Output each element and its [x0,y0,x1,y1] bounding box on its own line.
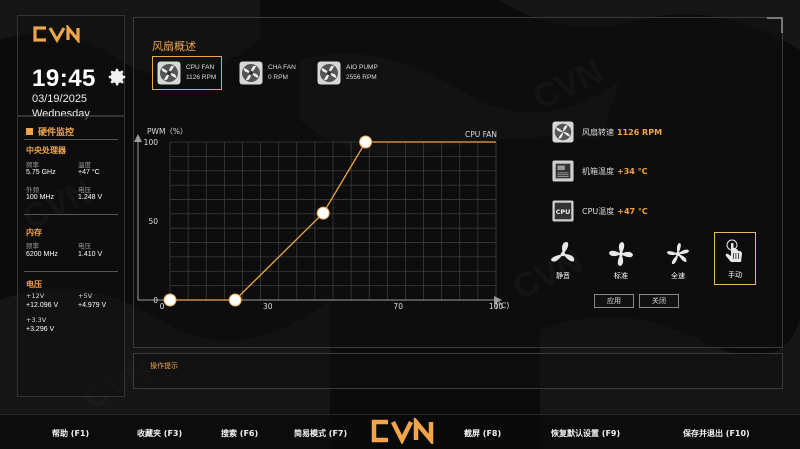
cvn-logo [371,418,434,444]
chart-ylabel: PWM（%） [147,127,188,136]
bottom-bar: 帮助 (F1) 收藏夹 (F3) 搜索 (F6) 简易模式 (F7) 截屏 (F… [0,414,800,449]
fan-icon [552,121,574,143]
fan-speed-row: 风扇转速 1126 RPM [552,121,662,143]
v5-value: +4.979 V [78,302,107,309]
clock-time: 19:45 [32,65,96,92]
divider [24,214,118,215]
hand-pointer-icon [725,239,742,262]
cpu-ext-value: 100 MHz [26,194,55,201]
curve-control-point[interactable] [163,293,177,307]
chart-xticks: 0 30 70 100 [160,302,504,311]
chassis-icon [552,160,574,182]
fan-curve-chart[interactable]: PWM（%） CPU FAN (℃) 050100 0 30 70 100 [134,18,784,349]
mode-silent[interactable]: 静音 [543,236,583,284]
y-tick-label: 0 [153,296,158,305]
mode-standard[interactable]: 标准 [601,236,641,284]
screenshot-button[interactable]: 截屏 (F8) [464,428,501,439]
clock-date: 03/19/2025 [32,93,88,105]
cpu-icon: CPU [552,200,574,222]
cpu-temp-row: CPU CPU温度 +47 °C [552,200,648,222]
v5-label: +5V [78,292,93,300]
cpu-temp-label: CPU温度 [582,206,615,216]
cpu-volt-value: 1.248 V [78,194,103,201]
save-exit-button[interactable]: 保存并退出 (F10) [683,428,750,439]
v12-value: +12.096 V [26,302,59,309]
fan-speed-value: 1126 RPM [617,127,663,137]
mem-volt-value: 1.410 V [78,251,103,258]
tips-panel: 操作提示 [133,353,783,389]
search-button[interactable]: 搜索 (F6) [221,428,258,439]
voltage-section-title: 电压 [26,280,42,289]
case-temp-value: +34 °C [617,166,648,176]
square-icon [26,128,33,135]
cpu-freq-value: 5.75 GHz [26,169,56,176]
fan-speed-label: 风扇转速 [582,127,614,137]
cpu-ext-label: 外频 [26,186,39,194]
chart-yticks: 0 50 100 [144,138,159,305]
x-tick-label: 0 [160,302,165,311]
case-temp-row: 机箱温度 +34 °C [552,160,648,182]
apply-button[interactable]: 应用 [594,294,634,308]
mode-label: 标准 [614,272,628,280]
cpu-freq-label: 频率 [26,161,39,169]
mem-freq-value: 6200 MHz [26,251,58,258]
v12-label: +12V [26,292,45,300]
cpu-icon-text: CPU [556,208,571,216]
help-button[interactable]: 帮助 (F1) [52,428,89,439]
hardware-monitor-panel: 硬件监控 中央处理器 频率 温度 5.75 GHz +47 °C 外频 电压 1… [17,116,125,397]
fan-icon [667,243,689,265]
mode-full-speed[interactable]: 全速 [658,236,698,284]
cpu-section-title: 中央处理器 [26,146,66,155]
restore-defaults-button[interactable]: 恢复默认设置 (F9) [551,428,620,439]
curve-control-point[interactable] [316,206,330,220]
x-tick-label: 30 [263,302,273,311]
chart-grid [169,141,497,301]
v33-label: +3.3V [26,316,47,324]
easy-mode-button[interactable]: 简易模式 (F7) [294,428,347,439]
divider [24,139,118,140]
fan-icon [551,242,575,262]
cvn-logo [33,25,80,43]
mode-label: 全速 [671,272,685,280]
curve-control-point[interactable] [228,293,242,307]
curve-control-point[interactable] [359,135,373,149]
y-tick-label: 50 [148,217,158,226]
fan-control-panel: 风扇概述 CPU FAN 1126 RPM CHA FAN 0 RPM AIO … [133,17,783,348]
v33-value: +3.296 V [26,326,55,333]
mode-label: 静音 [556,272,570,280]
favorites-button[interactable]: 收藏夹 (F3) [137,428,182,439]
x-tick-label: 100 [489,302,504,311]
cpu-temp-value: +47 °C [617,206,648,216]
mem-volt-label: 电压 [78,242,91,250]
chart-series-label: CPU FAN [465,130,497,139]
gear-icon[interactable] [106,66,128,88]
cpu-temp-value: +47 °C [78,169,100,176]
cpu-temp-label: 温度 [78,161,91,169]
case-temp-label: 机箱温度 [582,166,614,176]
mem-freq-label: 频率 [26,242,39,250]
clock-panel: 19:45 03/19/2025 Wednesday [17,15,128,120]
y-tick-label: 100 [144,138,159,147]
tips-title: 操作提示 [150,362,178,370]
fan-icon [609,242,633,266]
divider [24,271,118,272]
mode-label: 手动 [728,271,742,279]
close-button[interactable]: 关闭 [639,294,679,308]
mode-manual[interactable]: 手动 [714,232,756,285]
hardware-monitor-title: 硬件监控 [26,125,74,138]
cpu-volt-label: 电压 [78,186,91,194]
x-tick-label: 70 [393,302,403,311]
memory-section-title: 内存 [26,228,42,237]
